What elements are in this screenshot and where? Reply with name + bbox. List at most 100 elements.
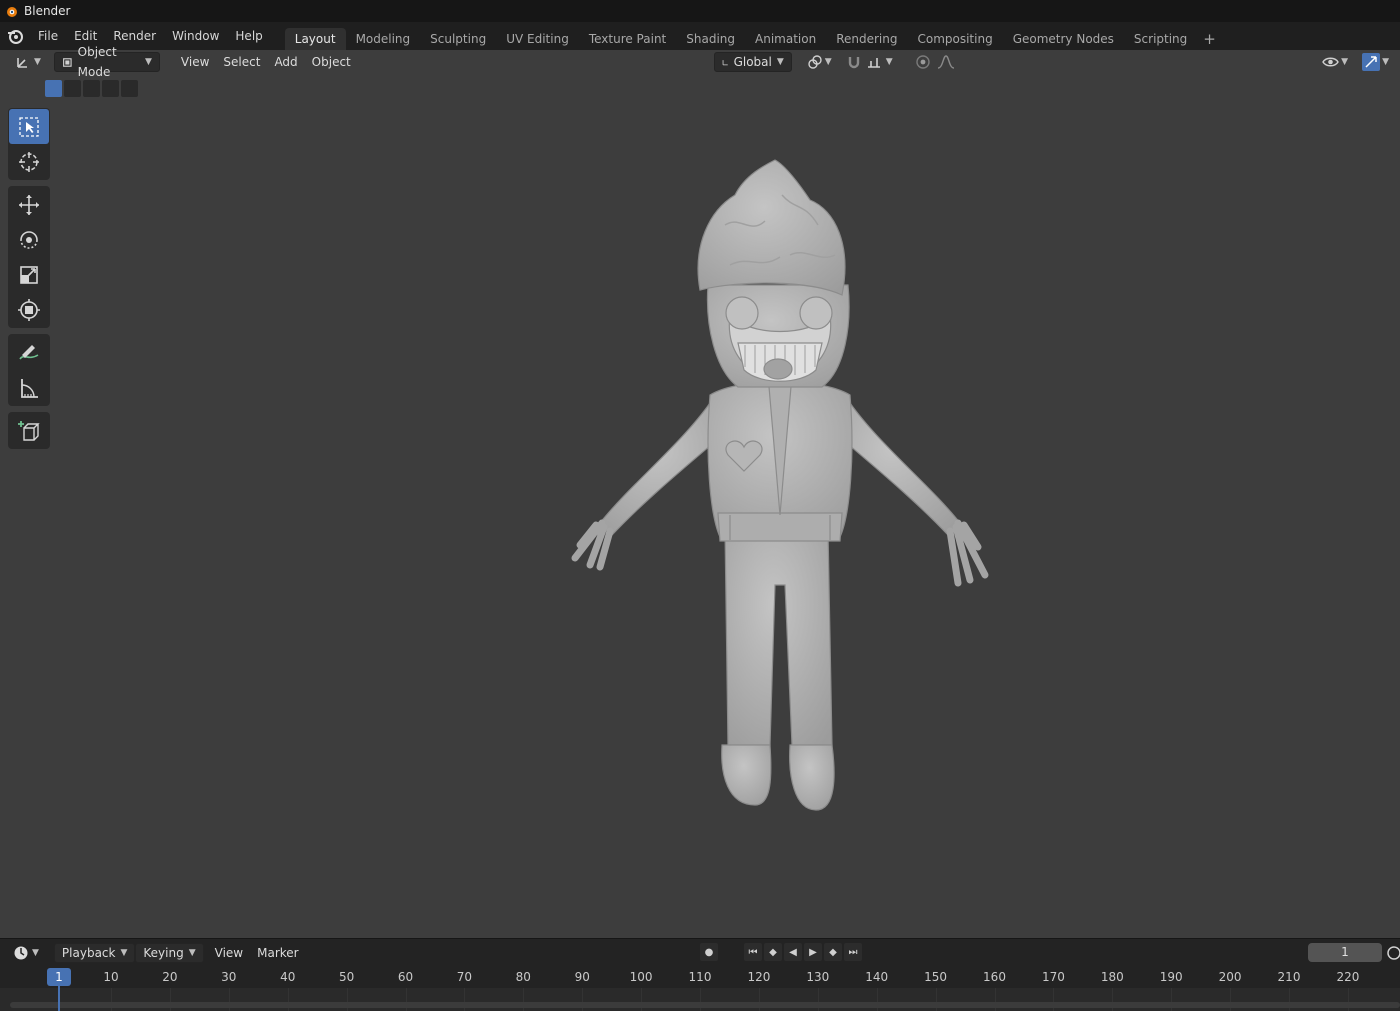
current-frame-field[interactable]: 1 (1308, 943, 1382, 962)
jump-end-icon[interactable]: ⏭ (844, 943, 862, 961)
keying-menu[interactable]: Keying ▼ (135, 943, 204, 963)
snap-button[interactable]: ▼ (839, 52, 900, 72)
scale-tool[interactable] (9, 257, 49, 292)
annotate-tool[interactable] (9, 335, 49, 370)
frame-tick-label: 20 (162, 970, 178, 984)
chevron-down-icon: ▼ (34, 57, 41, 67)
menu-help[interactable]: Help (227, 25, 270, 47)
select-intersect-mode-icon[interactable] (121, 80, 138, 97)
proportional-editing-button[interactable] (908, 52, 962, 72)
title-bar: Blender (0, 0, 1400, 22)
editor-type-button[interactable]: ▼ (8, 52, 48, 72)
timeline-view-menu[interactable]: View (208, 943, 250, 963)
keying-set-dropdown[interactable] (720, 943, 742, 961)
keying-label: Keying (143, 946, 184, 960)
select-new-mode-icon[interactable] (45, 80, 62, 97)
tab-scripting[interactable]: Scripting (1124, 28, 1197, 50)
tab-uv-editing[interactable]: UV Editing (496, 28, 579, 50)
auto-keying-icon[interactable]: ● (700, 943, 718, 961)
viewport-header: ▼ Object Mode ▼ View Select Add Object G… (0, 45, 1400, 79)
add-cube-tool[interactable] (9, 413, 49, 448)
tool-group-annotate (8, 334, 50, 406)
play-icon[interactable]: ▶ (804, 943, 822, 961)
timeline-scrollbar[interactable] (10, 1002, 1400, 1008)
measure-tool[interactable] (9, 370, 49, 405)
chevron-down-icon: ▼ (188, 948, 196, 958)
frame-tick-label: 160 (983, 970, 1006, 984)
mode-dropdown[interactable]: Object Mode ▼ (53, 45, 160, 79)
pivot-icon (808, 55, 822, 69)
frame-tick-label: 40 (280, 970, 296, 984)
frame-tick-label: 190 (1159, 970, 1183, 984)
axes-icon (17, 58, 27, 68)
gizmo-button[interactable]: ▼ (1355, 52, 1396, 72)
annotate-icon (19, 344, 39, 360)
playback-controls: ● ⏮ ◆ ◀ ▶ ◆ ⏭ (700, 943, 862, 961)
frame-tick-label: 170 (1041, 970, 1065, 984)
select-box-tool[interactable] (9, 109, 49, 144)
rotate-tool[interactable] (9, 222, 49, 257)
move-tool[interactable] (9, 187, 49, 222)
add-menu[interactable]: Add (267, 52, 304, 72)
chevron-down-icon: ▼ (120, 948, 128, 958)
current-frame-indicator[interactable]: 1 (47, 968, 71, 986)
cursor-tool[interactable] (9, 144, 49, 179)
app-title: Blender (24, 4, 71, 18)
timeline-editor-type-button[interactable]: ▼ (6, 943, 46, 963)
play-reverse-icon[interactable]: ◀ (784, 943, 802, 961)
eye-icon (1322, 57, 1339, 67)
chevron-down-icon: ▼ (885, 57, 893, 67)
rotate-icon (20, 230, 38, 249)
add-workspace-button[interactable]: + (1197, 30, 1222, 48)
select-menu[interactable]: Select (216, 52, 267, 72)
jump-start-icon[interactable]: ⏮ (744, 943, 762, 961)
visibility-button[interactable]: ▼ (1315, 52, 1355, 72)
select-difference-mode-icon[interactable] (102, 80, 119, 97)
menu-file[interactable]: File (30, 25, 66, 47)
prev-keyframe-icon[interactable]: ◆ (764, 943, 782, 961)
chevron-down-icon: ▼ (1341, 57, 1349, 67)
chevron-down-icon: ▼ (145, 57, 152, 67)
tab-layout[interactable]: Layout (284, 28, 346, 50)
tab-animation[interactable]: Animation (745, 28, 826, 50)
orientation-icon (722, 59, 728, 65)
character-model[interactable] (560, 155, 1000, 815)
top-menu-bar: File Edit Render Window Help Layout Mode… (0, 22, 1400, 50)
falloff-curve-icon (937, 55, 954, 69)
frame-tick-label: 90 (574, 970, 590, 984)
cursor-icon (19, 151, 39, 172)
tab-texture-paint[interactable]: Texture Paint (579, 28, 676, 50)
workspace-tabs: Layout Modeling Sculpting UV Editing Tex… (284, 22, 1222, 50)
pivot-point-button[interactable]: ▼ (800, 52, 839, 72)
orientation-dropdown[interactable]: Global ▼ (713, 52, 792, 72)
frame-ruler[interactable]: 10 20 30 40 50 60 70 80 90 100 110 120 130 140 150 160 1… (0, 967, 1400, 988)
frame-tick-label: 220 (1336, 970, 1360, 984)
frame-tick-label: 200 (1218, 970, 1242, 984)
playback-menu[interactable]: Playback ▼ (53, 943, 136, 963)
tab-shading[interactable]: Shading (676, 28, 745, 50)
frame-tick-label: 10 (103, 970, 119, 984)
menu-window[interactable]: Window (164, 25, 227, 47)
view-menu[interactable]: View (174, 52, 216, 72)
tab-sculpting[interactable]: Sculpting (420, 28, 496, 50)
frame-tick-label: 80 (515, 970, 531, 984)
proportional-edit-icon (915, 55, 930, 69)
tab-compositing[interactable]: Compositing (907, 28, 1002, 50)
object-menu[interactable]: Object (305, 52, 358, 72)
tab-rendering[interactable]: Rendering (826, 28, 907, 50)
mode-label: Object Mode (77, 45, 117, 79)
measure-icon (21, 378, 38, 398)
chevron-down-icon: ▼ (1382, 57, 1389, 67)
stopwatch-icon[interactable] (1386, 944, 1400, 960)
add-cube-icon (18, 420, 40, 441)
playhead-line (58, 986, 60, 1011)
tab-geometry-nodes[interactable]: Geometry Nodes (1003, 28, 1124, 50)
chevron-down-icon: ▼ (776, 57, 784, 67)
next-keyframe-icon[interactable]: ◆ (824, 943, 842, 961)
tab-modeling[interactable]: Modeling (346, 28, 421, 50)
select-subtract-mode-icon[interactable] (83, 80, 100, 97)
transform-tool[interactable] (9, 292, 49, 327)
blender-menu-icon[interactable] (6, 27, 24, 45)
select-extend-mode-icon[interactable] (64, 80, 81, 97)
marker-menu[interactable]: Marker (250, 943, 305, 963)
